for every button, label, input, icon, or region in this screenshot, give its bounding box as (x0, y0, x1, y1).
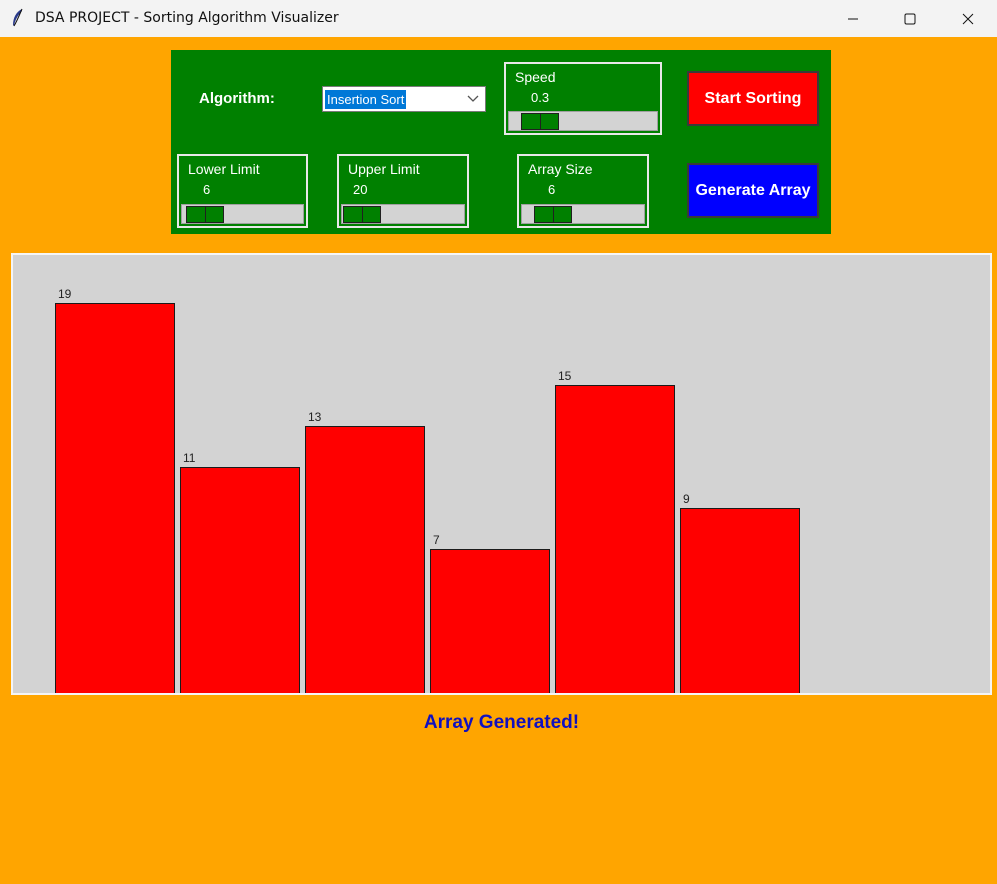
bar-value-label: 7 (433, 533, 440, 547)
minimize-icon (848, 18, 858, 19)
array-size-value: 6 (548, 182, 556, 197)
bar-value-label: 19 (58, 287, 72, 301)
lower-limit-scale: Lower Limit 6 (177, 154, 308, 228)
array-bar (680, 508, 800, 693)
algorithm-select-value: Insertion Sort (325, 90, 407, 109)
maximize-icon (904, 13, 916, 24)
speed-value: 0.3 (531, 90, 550, 105)
control-panel: Algorithm: Insertion Sort Speed 0.3 Lowe… (171, 50, 831, 234)
lower-limit-value: 6 (203, 182, 211, 197)
upper-limit-label: Upper Limit (348, 161, 420, 177)
maximize-button[interactable] (881, 0, 939, 37)
feather-icon (13, 8, 23, 27)
close-button[interactable] (939, 0, 997, 37)
lower-limit-slider-handle[interactable] (186, 206, 224, 223)
upper-limit-slider[interactable] (341, 204, 465, 224)
generate-array-button[interactable]: Generate Array (687, 163, 819, 218)
speed-scale: Speed 0.3 (504, 62, 662, 135)
bar-value-label: 15 (558, 369, 572, 383)
window-title: DSA PROJECT - Sorting Algorithm Visualiz… (35, 10, 339, 26)
upper-limit-value: 20 (353, 182, 368, 197)
array-bar (305, 426, 425, 693)
lower-limit-label: Lower Limit (188, 161, 260, 177)
array-size-scale: Array Size 6 (517, 154, 649, 228)
speed-slider-handle[interactable] (521, 113, 559, 130)
bar-value-label: 13 (308, 410, 322, 424)
bar-value-label: 11 (183, 451, 196, 465)
array-size-slider[interactable] (521, 204, 645, 224)
visualization-canvas: 19 11 13 7 15 9 (11, 253, 992, 695)
upper-limit-slider-handle[interactable] (343, 206, 381, 223)
minimize-button[interactable] (824, 0, 882, 37)
speed-slider[interactable] (508, 111, 658, 131)
upper-limit-scale: Upper Limit 20 (337, 154, 469, 228)
status-message: Array Generated! (423, 712, 580, 733)
algorithm-label: Algorithm: (199, 90, 275, 107)
array-size-slider-handle[interactable] (534, 206, 572, 223)
title-bar: DSA PROJECT - Sorting Algorithm Visualiz… (0, 0, 997, 37)
chevron-down-icon (467, 95, 479, 102)
speed-label: Speed (515, 69, 556, 85)
start-sorting-button[interactable]: Start Sorting (687, 71, 819, 126)
array-bar (555, 385, 675, 693)
algorithm-select[interactable]: Insertion Sort (322, 86, 486, 112)
array-bar (55, 303, 175, 693)
array-size-label: Array Size (528, 161, 593, 177)
lower-limit-slider[interactable] (181, 204, 304, 224)
bar-value-label: 9 (683, 492, 690, 506)
array-bar (180, 467, 300, 693)
close-icon (962, 13, 974, 24)
array-bar (430, 549, 550, 693)
